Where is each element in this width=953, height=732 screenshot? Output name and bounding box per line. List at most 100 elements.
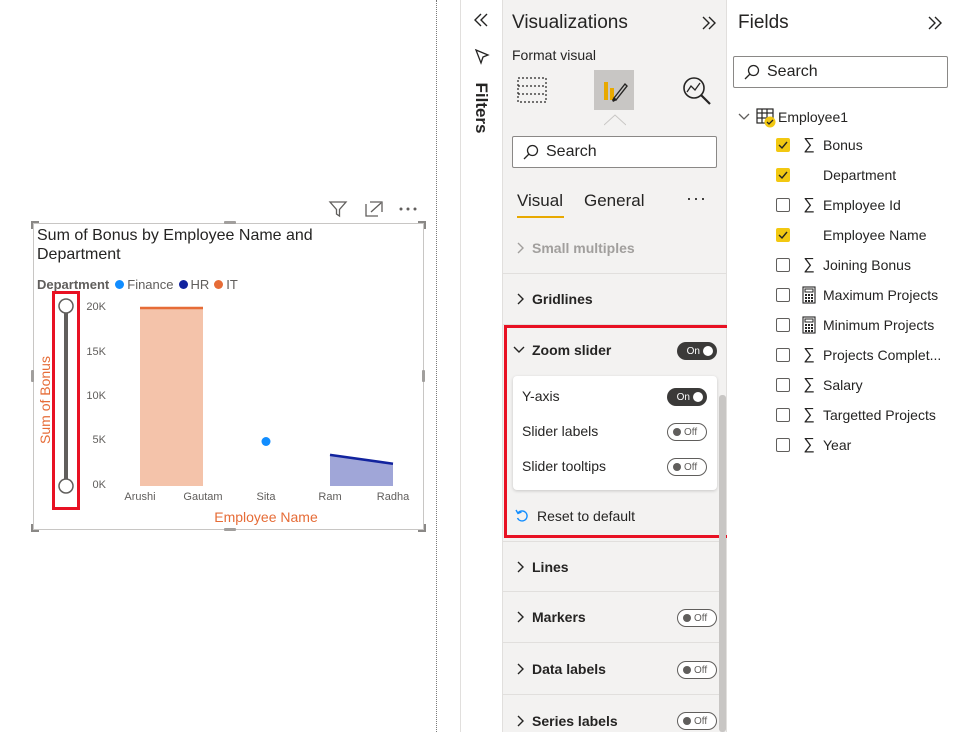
- legend-label: HR: [190, 277, 210, 292]
- zoom-slider-section-highlight: [504, 325, 740, 538]
- filters-label[interactable]: Filters: [470, 78, 492, 138]
- visualizations-search-input[interactable]: [546, 143, 686, 161]
- y-tick-label: 0K: [92, 479, 106, 491]
- field-label: Minimum Projects: [823, 317, 935, 333]
- field-item[interactable]: ∑ Year: [776, 435, 851, 455]
- field-label: Salary: [823, 377, 863, 393]
- field-item[interactable]: ∑ Salary: [776, 375, 863, 395]
- field-checkbox[interactable]: [776, 378, 790, 392]
- chevron-right-icon: [517, 663, 524, 675]
- x-tick-label: Sita: [256, 491, 276, 503]
- legend-title: Department: [37, 277, 110, 292]
- legend-label: IT: [226, 277, 238, 292]
- calculator-icon: [800, 316, 818, 334]
- field-item[interactable]: ∑ Projects Complet...: [776, 345, 941, 365]
- field-label: Targetted Projects: [823, 407, 936, 423]
- resize-handle[interactable]: [418, 524, 426, 532]
- sigma-icon: ∑: [803, 406, 815, 423]
- sigma-icon: ∑: [803, 346, 815, 363]
- field-label: Year: [823, 437, 852, 453]
- sigma-icon: ∑: [803, 256, 815, 273]
- field-checkbox[interactable]: [776, 198, 790, 212]
- field-type-icon-blank: [800, 166, 818, 184]
- chevron-right-icon: [517, 561, 524, 573]
- resize-handle[interactable]: [418, 221, 426, 229]
- x-tick-label: Ram: [318, 491, 342, 503]
- expand-right-icon[interactable]: [926, 15, 944, 31]
- canvas-page-border: [436, 0, 437, 732]
- chevron-right-icon: [517, 611, 524, 623]
- field-checkbox[interactable]: [776, 228, 790, 242]
- chart-title: Sum of Bonus by Employee Name and Depart…: [37, 227, 313, 263]
- y-tick-label: 15K: [86, 346, 106, 358]
- visualizations-scrollbar[interactable]: [719, 395, 726, 732]
- fields-search-input[interactable]: [767, 63, 907, 81]
- section-lines[interactable]: Lines: [503, 541, 726, 592]
- legend-label: Finance: [127, 277, 174, 292]
- sigma-icon: ∑: [803, 436, 815, 453]
- section-small-multiples[interactable]: Small multiples: [503, 223, 726, 274]
- field-checkbox[interactable]: [776, 258, 790, 272]
- field-checkbox[interactable]: [776, 408, 790, 422]
- field-checkbox[interactable]: [776, 288, 790, 302]
- resize-handle[interactable]: [31, 524, 39, 532]
- legend-item-hr[interactable]: HR: [178, 277, 210, 292]
- field-item[interactable]: Employee Name: [776, 225, 927, 245]
- field-item[interactable]: ∑ Targetted Projects: [776, 405, 936, 425]
- resize-handle[interactable]: [224, 528, 236, 531]
- active-tab-indicator: [517, 216, 564, 218]
- more-options-icon[interactable]: [398, 200, 418, 218]
- field-item[interactable]: ∑ Joining Bonus: [776, 255, 911, 275]
- legend-dot: [115, 280, 125, 289]
- build-visual-icon[interactable]: [516, 74, 548, 106]
- x-tick-label: Gautam: [183, 491, 223, 503]
- filter-icon[interactable]: [328, 200, 348, 218]
- y-tick-label: 10K: [86, 390, 106, 402]
- field-item[interactable]: ∑ Employee Id: [776, 195, 901, 215]
- tab-general[interactable]: General: [584, 191, 644, 211]
- field-label: Maximum Projects: [823, 287, 939, 303]
- field-label: Bonus: [823, 137, 863, 153]
- analytics-icon[interactable]: [680, 74, 714, 108]
- series-labels-toggle[interactable]: Off: [677, 712, 717, 730]
- tab-visual[interactable]: Visual: [517, 191, 563, 211]
- expand-right-icon[interactable]: [700, 15, 718, 31]
- field-item[interactable]: Department: [776, 165, 896, 185]
- chevron-right-icon: [517, 293, 524, 305]
- resize-handle[interactable]: [422, 370, 425, 382]
- visualizations-search[interactable]: [512, 136, 717, 168]
- legend-item-it[interactable]: IT: [214, 277, 238, 292]
- field-label: Joining Bonus: [823, 257, 911, 273]
- field-checkbox[interactable]: [776, 438, 790, 452]
- field-item[interactable]: ∑ Bonus: [776, 135, 863, 155]
- x-axis-title: Employee Name: [214, 509, 318, 525]
- sigma-icon: ∑: [803, 136, 815, 153]
- format-paintbrush-icon: [604, 82, 628, 102]
- collapse-left-icon[interactable]: [472, 12, 490, 28]
- table-employee1[interactable]: Employee1: [738, 106, 848, 128]
- field-checkbox[interactable]: [776, 168, 790, 182]
- fields-search[interactable]: [733, 56, 948, 88]
- field-checkbox[interactable]: [776, 348, 790, 362]
- resize-handle[interactable]: [224, 221, 236, 224]
- more-options-button[interactable]: ···: [686, 188, 707, 209]
- format-visual-label: Format visual: [512, 47, 597, 63]
- field-type-icon-blank: [800, 226, 818, 244]
- field-item[interactable]: Maximum Projects: [776, 285, 938, 305]
- y-tick-label: 20K: [86, 301, 106, 313]
- field-checkbox[interactable]: [776, 138, 790, 152]
- chart-legend: Department Finance HR IT: [37, 277, 243, 292]
- field-item[interactable]: Minimum Projects: [776, 315, 934, 335]
- data-labels-toggle[interactable]: Off: [677, 661, 717, 679]
- section-gridlines[interactable]: Gridlines: [503, 274, 726, 325]
- focus-mode-icon[interactable]: [364, 200, 384, 218]
- legend-item-finance[interactable]: Finance: [115, 277, 174, 292]
- chevron-right-icon: [517, 715, 524, 727]
- legend-dot: [214, 280, 224, 289]
- field-checkbox[interactable]: [776, 318, 790, 332]
- markers-toggle[interactable]: Off: [677, 609, 717, 627]
- field-label: Department: [823, 167, 897, 183]
- field-label: Projects Complet...: [823, 347, 942, 363]
- filter-icon: [474, 48, 490, 65]
- zoom-slider-highlight: [52, 291, 80, 510]
